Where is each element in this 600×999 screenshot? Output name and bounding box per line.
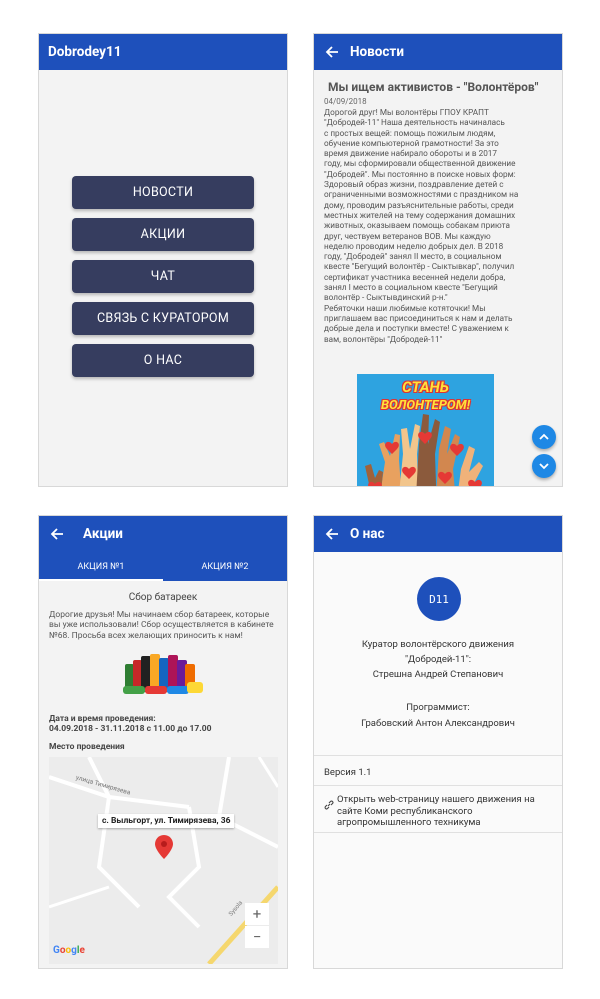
website-link[interactable]: Открыть web-страницу нашего движения на …	[324, 794, 554, 829]
place-label: Место проведения	[49, 742, 125, 752]
poster-line-2: ВОЛОНТЕРОМ!	[380, 398, 471, 413]
contact-curator-button[interactable]: СВЯЗЬ С КУРАТОРОМ	[72, 302, 254, 335]
date-label: Дата и время проведения:	[49, 714, 156, 724]
app-bar: Акции	[39, 516, 287, 552]
logo-avatar: D11	[417, 577, 461, 621]
promotion-text: Дорогие друзья! Мы начинаем сбор батарее…	[49, 610, 274, 641]
curator-label: Куратор волонтёрского движения	[361, 639, 515, 650]
website-link-text: Открыть web-страницу нашего движения на …	[337, 794, 535, 828]
scroll-down-button[interactable]	[532, 454, 556, 478]
date-value: 04.09.2018 - 31.11.2018 с 11.00 до 17.00	[49, 724, 212, 734]
promotion-tabs: АКЦИЯ №1 АКЦИЯ №2	[39, 552, 287, 581]
screen-title: Акции	[83, 526, 123, 542]
app-title: Dobrodey11	[48, 44, 122, 60]
zoom-in-button[interactable]: +	[245, 903, 269, 925]
curator-name: Стрешна Андрей Степанович	[372, 669, 504, 680]
app-bar: О нас	[314, 516, 562, 552]
promotion-title: Сбор батареек	[128, 592, 198, 603]
address-info-window: с. Выльгорт, ул. Тимирязева, 36	[98, 814, 235, 828]
programmer-label: Программист:	[406, 702, 470, 713]
about-button[interactable]: О НАС	[72, 344, 254, 377]
app-version: Версия 1.1	[324, 767, 372, 778]
programmer-name: Грабовский Антон Александрович	[361, 718, 515, 729]
promotions-button[interactable]: АКЦИИ	[72, 218, 254, 251]
article-body: Дорогой друг! Мы волонтёры ГПОУ КРАПТ "Д…	[324, 108, 519, 345]
link-icon	[324, 800, 334, 829]
main-menu-screen: Dobrodey11 НОВОСТИ АКЦИИ ЧАТ СВЯЗЬ С КУР…	[38, 33, 288, 487]
google-logo: Google	[53, 945, 85, 956]
promotions-screen: Акции АКЦИЯ №1 АКЦИЯ №2 Сбор батареек До…	[38, 515, 288, 969]
location-map[interactable]: улица Тимирязева Sysola с. Выльгорт, ул.…	[49, 757, 278, 964]
screen-title: Новости	[350, 44, 404, 60]
tab-promotion-2[interactable]: АКЦИЯ №2	[163, 552, 287, 581]
divider	[314, 755, 562, 756]
zoom-out-button[interactable]: −	[245, 926, 269, 948]
tab-promotion-1[interactable]: АКЦИЯ №1	[39, 552, 163, 581]
main-menu: НОВОСТИ АКЦИИ ЧАТ СВЯЗЬ С КУРАТОРОМ О НА…	[72, 176, 254, 386]
news-button[interactable]: НОВОСТИ	[72, 176, 254, 209]
scroll-up-button[interactable]	[532, 425, 556, 449]
app-bar: Новости	[314, 34, 562, 70]
volunteer-poster-image: СТАНЬ ВОЛОНТЕРОМ!	[357, 374, 494, 486]
chevron-up-icon	[539, 433, 549, 440]
map-pin-icon	[155, 835, 173, 859]
news-article[interactable]: Мы ищем активистов - "Волонтёров" 04/09/…	[314, 70, 562, 486]
batteries-image	[123, 654, 203, 694]
about-screen: О нас D11 Куратор волонтёрского движения…	[313, 515, 563, 969]
article-date: 04/09/2018	[324, 97, 367, 106]
divider	[314, 785, 562, 786]
screen-title: О нас	[350, 526, 385, 542]
poster-line-1: СТАНЬ	[402, 378, 449, 396]
app-bar: Dobrodey11	[39, 34, 287, 70]
divider	[314, 832, 562, 833]
chevron-down-icon	[539, 463, 549, 470]
curator-org: "Добродей-11":	[404, 654, 472, 665]
back-arrow-icon[interactable]	[314, 34, 350, 70]
chat-button[interactable]: ЧАТ	[72, 260, 254, 293]
news-screen: Новости Мы ищем активистов - "Волонтёров…	[313, 33, 563, 487]
back-arrow-icon[interactable]	[314, 516, 350, 552]
back-arrow-icon[interactable]	[39, 516, 75, 552]
article-title: Мы ищем активистов - "Волонтёров"	[328, 80, 539, 94]
